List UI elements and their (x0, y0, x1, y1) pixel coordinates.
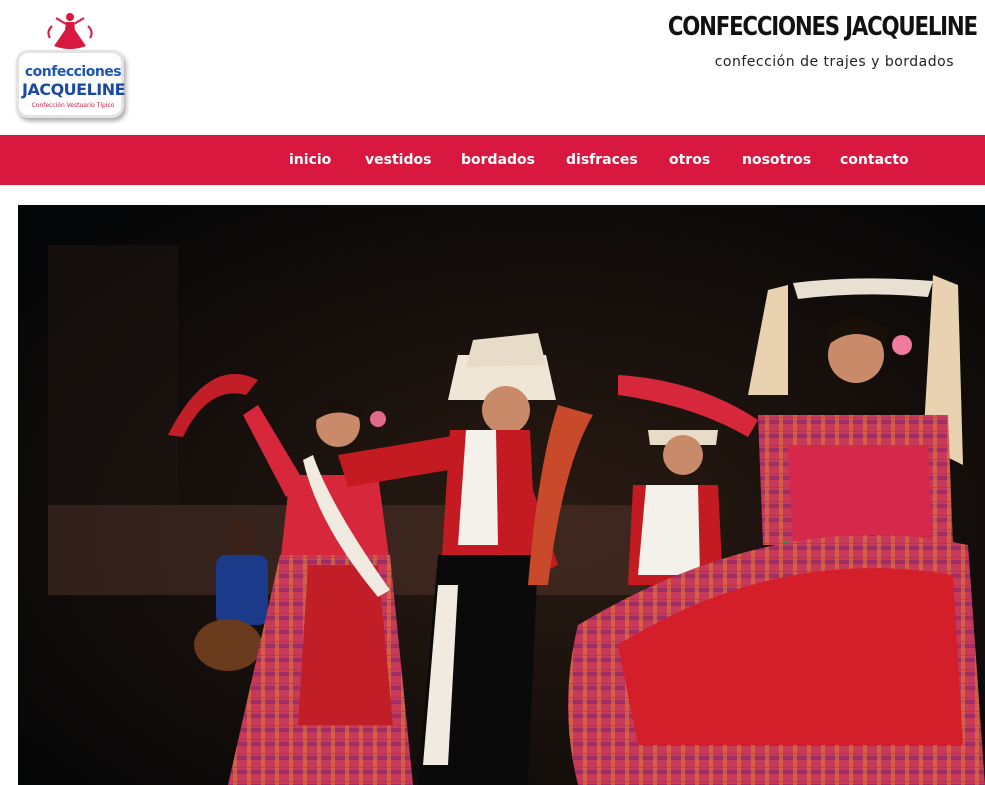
logo-text-confecciones: confecciones (24, 64, 122, 80)
logo-text-subtitle: Confección Vestuario Típico (31, 102, 115, 109)
nav-item-vestidos[interactable]: vestidos (365, 135, 431, 185)
main-navigation: inicio vestidos bordados disfraces otros… (0, 135, 985, 185)
folk-dancers-photo (18, 205, 985, 785)
site-tagline: confección de trajes y bordados (714, 54, 954, 70)
nav-item-inicio[interactable]: inicio (289, 135, 331, 185)
nav-item-disfraces[interactable]: disfraces (566, 135, 638, 185)
nav-item-bordados[interactable]: bordados (461, 135, 535, 185)
nav-item-nosotros[interactable]: nosotros (742, 135, 811, 185)
site-header: confecciones JACQUELINE Confección Vestu… (0, 0, 985, 135)
nav-item-otros[interactable]: otros (669, 135, 710, 185)
logo-text-jacqueline: JACQUELINE (22, 80, 126, 99)
site-logo[interactable]: confecciones JACQUELINE Confección Vestu… (12, 8, 130, 120)
nav-item-contacto[interactable]: contacto (840, 135, 909, 185)
hero-image (18, 205, 985, 785)
site-title[interactable]: CONFECCIONES JACQUELINE (668, 12, 978, 42)
